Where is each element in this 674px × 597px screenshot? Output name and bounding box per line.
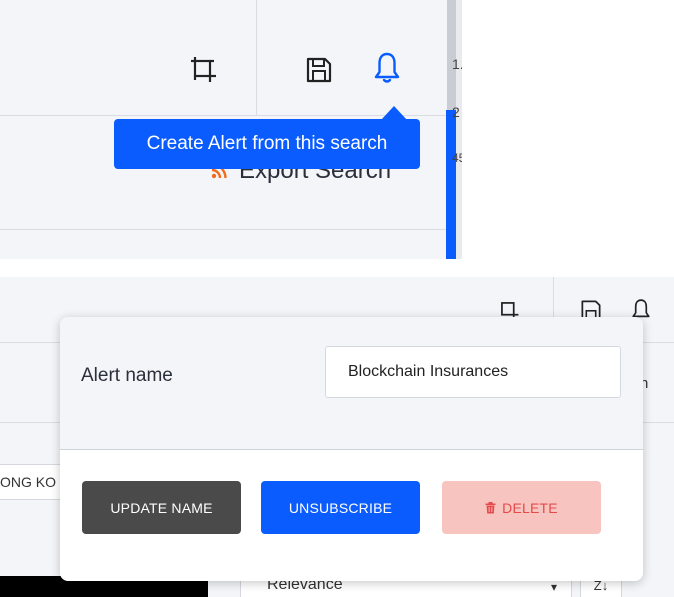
search-toolbar-panel: 1. 2 45 Ex bbox=[0, 0, 462, 259]
tooltip-text: Create Alert from this search bbox=[146, 133, 388, 154]
delete-button[interactable]: DELETE bbox=[442, 481, 601, 534]
create-alert-button[interactable] bbox=[369, 50, 405, 86]
trash-icon bbox=[485, 501, 496, 513]
crop-select-button[interactable] bbox=[186, 52, 222, 88]
alert-name-value: Blockchain Insurances bbox=[348, 363, 509, 380]
location-field[interactable]: ONG KO bbox=[0, 464, 67, 500]
alert-popup: Alert name Blockchain Insurances UPDATE … bbox=[60, 317, 643, 581]
crop-select-icon bbox=[191, 57, 216, 82]
alert-name-label: Alert name bbox=[81, 365, 173, 386]
tooltip-arrow bbox=[381, 106, 407, 120]
location-field-value: ONG KO bbox=[0, 474, 57, 490]
edge-text: 45 bbox=[452, 151, 462, 165]
save-search-button[interactable] bbox=[301, 52, 337, 88]
save-icon bbox=[306, 57, 332, 83]
edge-text: 2 bbox=[452, 104, 460, 120]
divider bbox=[0, 229, 446, 230]
alert-edit-panel: h ONG KO Relevance ▾ Z↓ Alert name Block… bbox=[0, 277, 674, 597]
unsubscribe-button[interactable]: UNSUBSCRIBE bbox=[261, 481, 420, 534]
divider bbox=[0, 115, 446, 116]
update-name-label: UPDATE NAME bbox=[110, 499, 213, 516]
active-indicator-bar bbox=[446, 110, 456, 259]
alert-name-input[interactable]: Blockchain Insurances bbox=[325, 346, 621, 398]
unsubscribe-label: UNSUBSCRIBE bbox=[288, 499, 393, 516]
bell-icon bbox=[374, 52, 400, 83]
update-name-button[interactable]: UPDATE NAME bbox=[82, 481, 241, 534]
delete-label: DELETE bbox=[502, 499, 558, 516]
divider bbox=[60, 449, 643, 450]
adjacent-panel bbox=[456, 0, 462, 259]
edge-text: 1. bbox=[452, 56, 462, 72]
create-alert-tooltip: Create Alert from this search bbox=[114, 119, 420, 169]
divider bbox=[256, 0, 257, 115]
